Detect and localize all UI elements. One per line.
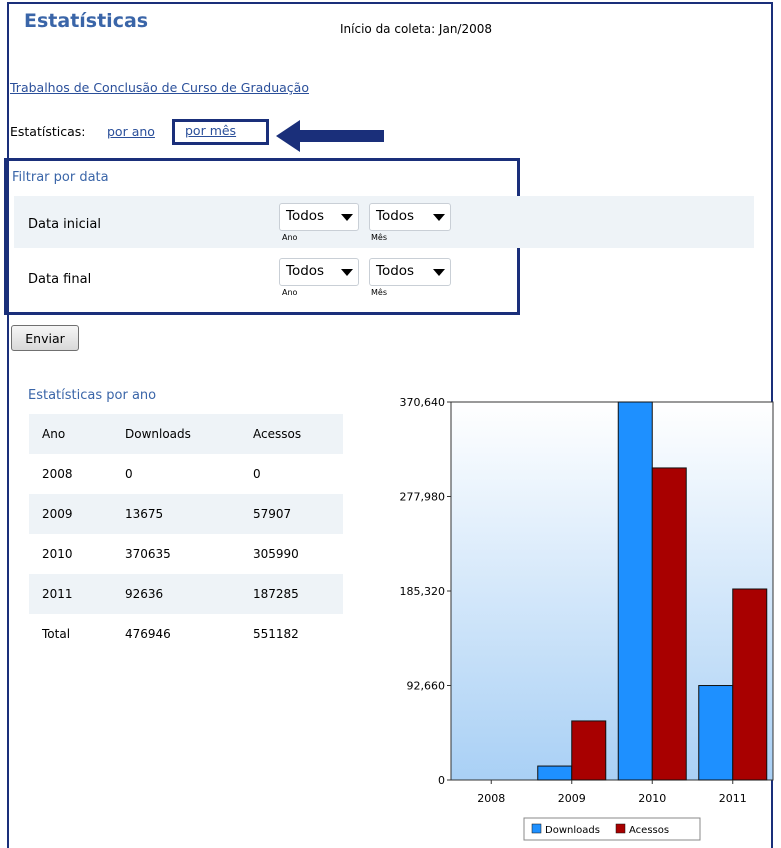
stats-label: Estatísticas: <box>10 124 86 139</box>
data-final-label: Data final <box>28 272 92 287</box>
left-arrow-icon <box>276 120 384 152</box>
table-cell: 13675 <box>112 494 240 534</box>
table-row: 2009 13675 57907 <box>29 494 343 534</box>
collection-start: Início da coleta: Jan/2008 <box>340 22 493 36</box>
year-caption: Ano <box>282 288 298 297</box>
table-cell: 0 <box>253 467 261 481</box>
legend-label: Acessos <box>629 825 669 836</box>
table-cell: 92636 <box>112 574 240 614</box>
bar-downloads <box>537 765 573 781</box>
year-select-value: Todos <box>286 263 325 279</box>
chevron-down-icon <box>341 269 353 276</box>
y-tick-label: 92,660 <box>407 680 446 693</box>
page-title: Estatísticas <box>24 10 149 32</box>
month-select-value: Todos <box>376 263 415 279</box>
table-cell: 2009 <box>29 494 112 534</box>
legend-label: Downloads <box>545 825 600 836</box>
submit-button[interactable]: Enviar <box>11 325 79 351</box>
stats-table: Ano Downloads Acessos 2008 0 0 2009 1367… <box>29 414 343 654</box>
bar-acessos <box>651 467 687 781</box>
filter-title: Filtrar por data <box>12 170 109 185</box>
year-caption: Ano <box>282 233 298 242</box>
month-select-final[interactable]: Todos <box>369 258 451 286</box>
table-row: 2008 0 0 <box>29 454 343 494</box>
table-cell: 2008 <box>42 467 73 481</box>
table-header-cell: Downloads <box>112 414 240 454</box>
table-row: 2011 92636 187285 <box>29 574 343 614</box>
bar-acessos <box>732 588 768 781</box>
x-tick-label: 2008 <box>477 792 505 805</box>
bar-downloads <box>617 401 653 781</box>
x-tick-label: 2009 <box>558 792 586 805</box>
y-tick-label: 370,640 <box>400 396 446 409</box>
table-cell: 476946 <box>125 627 171 641</box>
table-row: Total 476946 551182 <box>29 614 343 654</box>
por-ano-link[interactable]: por ano <box>107 124 155 139</box>
table-header-cell: Acessos <box>240 414 343 454</box>
y-tick-label: 277,980 <box>400 491 446 504</box>
table-header-row: Ano Downloads Acessos <box>29 414 343 454</box>
tcc-link[interactable]: Trabalhos de Conclusão de Curso de Gradu… <box>10 80 309 95</box>
month-select-inicial[interactable]: Todos <box>369 203 451 231</box>
x-tick-label: 2011 <box>719 792 747 805</box>
year-select-inicial[interactable]: Todos <box>279 203 359 231</box>
month-caption: Mês <box>371 288 387 297</box>
table-cell: Total <box>42 627 71 641</box>
year-select-value: Todos <box>286 208 325 224</box>
y-tick-label: 185,320 <box>400 585 446 598</box>
year-select-final[interactable]: Todos <box>279 258 359 286</box>
table-cell: 2011 <box>29 574 112 614</box>
chevron-down-icon <box>433 269 445 276</box>
por-mes-link[interactable]: por mês <box>185 123 236 138</box>
table-cell: 551182 <box>253 627 299 641</box>
x-tick-label: 2010 <box>638 792 666 805</box>
chevron-down-icon <box>341 214 353 221</box>
y-tick-label: 0 <box>438 774 445 787</box>
data-inicial-label: Data inicial <box>28 217 101 232</box>
legend-swatch <box>531 823 542 834</box>
table-cell: 57907 <box>240 494 343 534</box>
table-cell: 187285 <box>240 574 343 614</box>
month-select-value: Todos <box>376 208 415 224</box>
table-row: 2010 370635 305990 <box>29 534 343 574</box>
table-cell: 305990 <box>253 547 299 561</box>
table-cell: 370635 <box>125 547 171 561</box>
bar-downloads <box>698 685 734 781</box>
stats-table-title: Estatísticas por ano <box>28 388 157 403</box>
month-caption: Mês <box>371 233 387 242</box>
table-cell: 2010 <box>42 547 73 561</box>
bar-acessos <box>571 720 607 781</box>
table-header-cell: Ano <box>29 414 112 454</box>
table-cell: 0 <box>125 467 133 481</box>
bar-chart: 0 92,660 185,320 277,980 370,640 2008 2009 2010… <box>400 396 774 841</box>
legend-swatch <box>615 823 626 834</box>
chevron-down-icon <box>433 214 445 221</box>
